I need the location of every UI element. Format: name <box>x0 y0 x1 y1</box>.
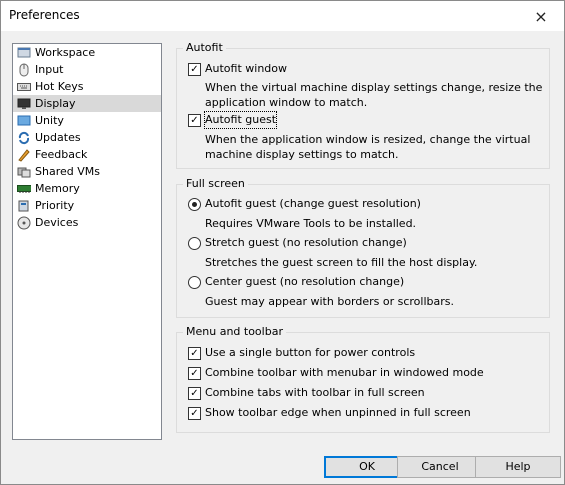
checkbox-checked-icon: ✓ <box>188 366 201 380</box>
autofit-guest-label: Autofit guest <box>203 111 278 129</box>
preferences-dialog: Preferences × Workspace Input Hot Keys D… <box>0 0 565 485</box>
autofit-window-label: Autofit window <box>205 62 288 75</box>
radio-selected-icon <box>188 197 201 211</box>
sidebar-item-display[interactable]: Display <box>13 95 161 112</box>
radio-unselected-icon <box>188 275 201 289</box>
memory-icon <box>17 182 31 195</box>
menu-toolbar-group: Menu and toolbar ✓ Use a single button f… <box>176 324 550 433</box>
autofit-group: Autofit ✓ Autofit window When the virtua… <box>176 40 550 169</box>
sidebar-item-memory[interactable]: Memory <box>13 180 161 197</box>
radio-label: Autofit guest (change guest resolution) <box>205 197 421 210</box>
sidebar-item-devices[interactable]: Devices <box>13 214 161 231</box>
sidebar-item-input[interactable]: Input <box>13 61 161 78</box>
sidebar-item-label: Priority <box>35 199 75 212</box>
checkbox-label: Use a single button for power controls <box>205 346 416 359</box>
checkbox-label: Combine tabs with toolbar in full screen <box>205 386 425 399</box>
title-bar: Preferences × <box>1 1 564 31</box>
checkbox-label: Show toolbar edge when unpinned in full … <box>205 406 471 419</box>
autofit-guest-checkbox[interactable]: ✓ Autofit guest <box>188 111 278 129</box>
radio-label: Center guest (no resolution change) <box>205 275 405 288</box>
sidebar-item-unity[interactable]: Unity <box>13 112 161 129</box>
sidebar-item-label: Memory <box>35 182 80 195</box>
window-title: Preferences <box>9 8 80 22</box>
mouse-icon <box>17 63 31 76</box>
monitor-icon <box>17 97 31 110</box>
sidebar-item-label: Shared VMs <box>35 165 100 178</box>
sidebar-item-label: Feedback <box>35 148 88 161</box>
combine-tabs-toolbar-checkbox[interactable]: ✓ Combine tabs with toolbar in full scre… <box>188 385 425 401</box>
devices-icon <box>17 216 31 229</box>
autofit-guest-radio[interactable]: Autofit guest (change guest resolution) <box>188 196 421 212</box>
radio-label: Stretch guest (no resolution change) <box>205 236 407 249</box>
sidebar-item-label: Workspace <box>35 46 96 59</box>
sidebar-item-label: Input <box>35 63 64 76</box>
keyboard-icon <box>17 80 31 93</box>
unity-icon <box>17 114 31 127</box>
sidebar-item-hot-keys[interactable]: Hot Keys <box>13 78 161 95</box>
cancel-button[interactable]: Cancel <box>397 456 483 478</box>
menu-toolbar-legend: Menu and toolbar <box>183 324 286 340</box>
sidebar-item-label: Display <box>35 97 76 110</box>
autofit-window-checkbox[interactable]: ✓ Autofit window <box>188 61 287 77</box>
close-icon[interactable]: × <box>518 1 564 31</box>
sidebar-item-priority[interactable]: Priority <box>13 197 161 214</box>
checkbox-checked-icon: ✓ <box>188 386 201 400</box>
category-list: Workspace Input Hot Keys Display Unity U… <box>12 43 162 440</box>
single-power-button-checkbox[interactable]: ✓ Use a single button for power controls <box>188 345 415 361</box>
sidebar-item-label: Unity <box>35 114 64 127</box>
full-screen-legend: Full screen <box>183 176 248 192</box>
feedback-icon <box>17 148 31 162</box>
radio-description: Stretches the guest screen to fill the h… <box>205 256 478 269</box>
show-toolbar-edge-checkbox[interactable]: ✓ Show toolbar edge when unpinned in ful… <box>188 405 471 421</box>
sidebar-item-label: Updates <box>35 131 81 144</box>
radio-description: Requires VMware Tools to be installed. <box>205 217 417 230</box>
full-screen-group: Full screen Autofit guest (change guest … <box>176 176 550 318</box>
priority-icon <box>17 199 31 212</box>
sidebar-item-workspace[interactable]: Workspace <box>13 44 161 61</box>
autofit-guest-description: When the application window is resized, … <box>205 133 531 161</box>
combine-toolbar-menubar-checkbox[interactable]: ✓ Combine toolbar with menubar in window… <box>188 365 484 381</box>
workspace-icon <box>17 46 31 59</box>
sidebar-item-feedback[interactable]: Feedback <box>13 146 161 163</box>
shared-vms-icon <box>17 165 31 178</box>
sidebar-item-shared-vms[interactable]: Shared VMs <box>13 163 161 180</box>
checkbox-checked-icon: ✓ <box>188 346 201 360</box>
radio-unselected-icon <box>188 236 201 250</box>
updates-icon <box>17 131 31 144</box>
radio-description: Guest may appear with borders or scrollb… <box>205 295 454 308</box>
autofit-window-description: When the virtual machine display setting… <box>205 81 543 109</box>
stretch-guest-radio[interactable]: Stretch guest (no resolution change) <box>188 235 407 251</box>
checkbox-checked-icon: ✓ <box>188 406 201 420</box>
sidebar-item-label: Devices <box>35 216 79 229</box>
autofit-legend: Autofit <box>183 40 226 56</box>
checkbox-label: Combine toolbar with menubar in windowed… <box>205 366 484 379</box>
sidebar-item-updates[interactable]: Updates <box>13 129 161 146</box>
help-button[interactable]: Help <box>475 456 561 478</box>
checkbox-checked-icon: ✓ <box>188 62 201 76</box>
checkbox-checked-icon: ✓ <box>188 113 201 127</box>
sidebar-item-label: Hot Keys <box>35 80 84 93</box>
center-guest-radio[interactable]: Center guest (no resolution change) <box>188 274 404 290</box>
